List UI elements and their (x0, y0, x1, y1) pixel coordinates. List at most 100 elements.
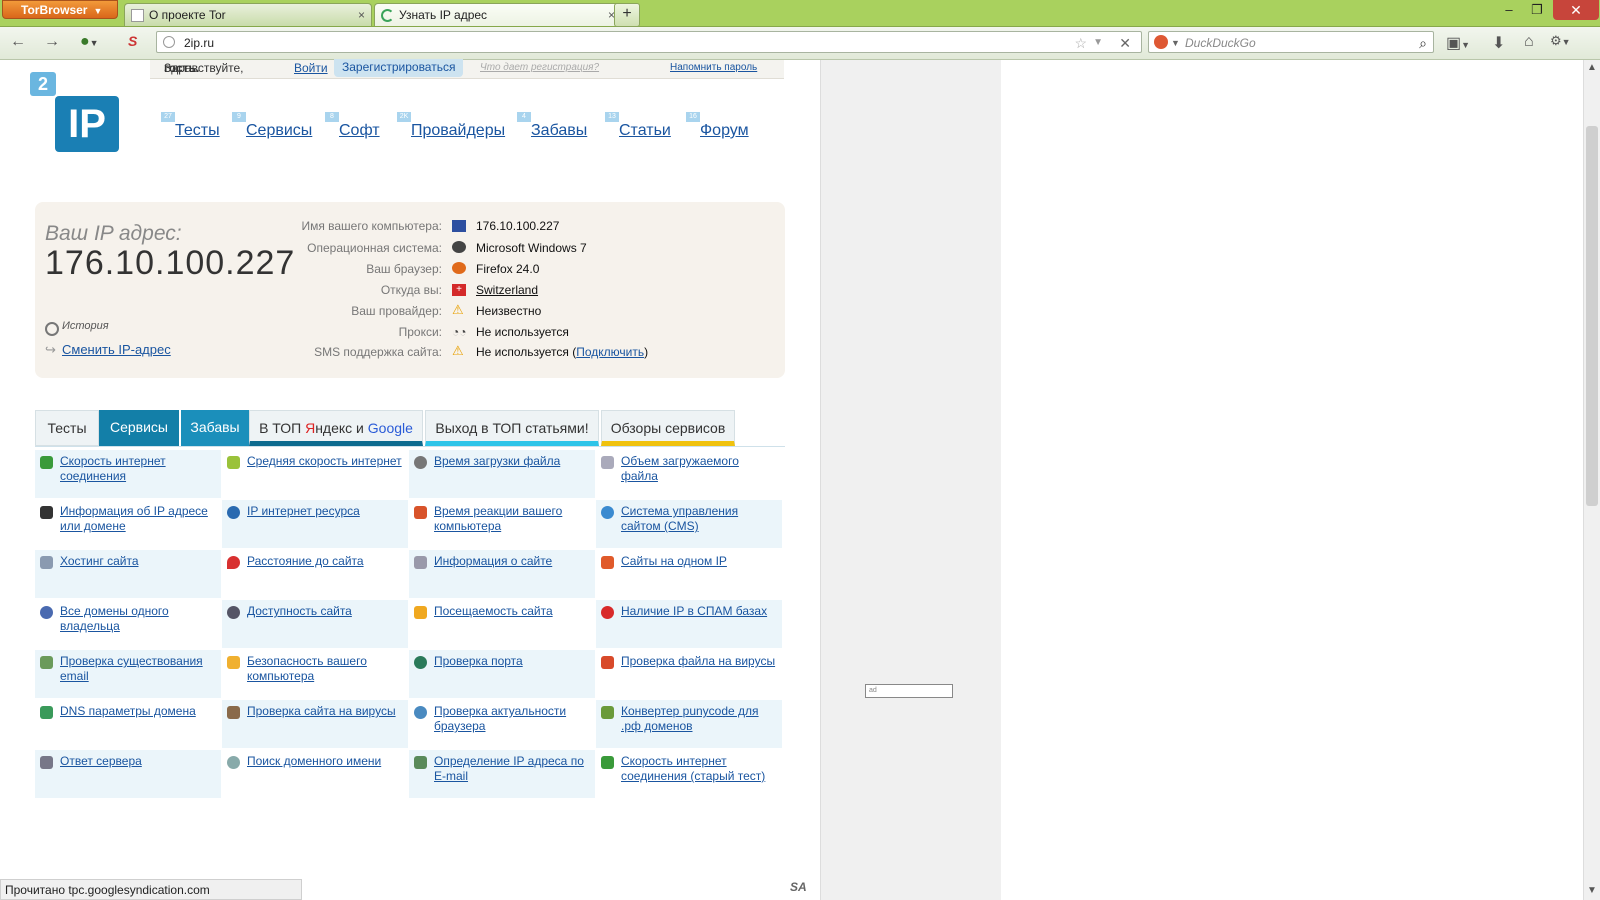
site-info-icon (414, 556, 427, 569)
service-cell: Ответ сервера (35, 750, 221, 798)
restore-icon[interactable]: ❐ (1523, 0, 1551, 20)
info-value: Firefox 24.0 (476, 262, 540, 276)
tab-services[interactable]: Сервисы (99, 410, 179, 446)
search-input[interactable]: DuckDuckGo (1185, 32, 1256, 54)
service-cell: Проверка существования email (35, 650, 221, 698)
menu-tests[interactable]: 27 Тесты (161, 112, 220, 140)
tab-fun[interactable]: Забавы (181, 410, 249, 446)
search-icon[interactable]: ⌕ (1419, 32, 1427, 54)
service-link[interactable]: Ответ сервера (60, 754, 216, 769)
service-link[interactable]: Безопасность вашего компьютера (247, 654, 403, 684)
service-link[interactable]: Расстояние до сайта (247, 554, 403, 569)
scrollbar-thumb[interactable] (1586, 126, 1598, 506)
login-link[interactable]: Войти (294, 61, 328, 75)
menu-services[interactable]: 9 Сервисы (232, 112, 312, 140)
torbrowser-menu-button[interactable]: TorBrowser ▼ (2, 0, 118, 19)
service-cell: Время реакции вашего компьютера (409, 500, 595, 548)
menu-forum[interactable]: 16 Форум (686, 112, 749, 140)
service-link[interactable]: Скорость интернет соединения (60, 454, 216, 484)
url-text[interactable]: 2ip.ru (184, 32, 214, 54)
history-link[interactable]: История (62, 320, 109, 332)
service-link[interactable]: Время реакции вашего компьютера (434, 504, 590, 534)
menu-soft[interactable]: 8 Софт (325, 112, 380, 140)
home-icon[interactable]: ⌂ (1524, 33, 1534, 51)
scroll-up-icon[interactable]: ▲ (1587, 62, 1597, 73)
service-link[interactable]: Посещаемость сайта (434, 604, 590, 619)
search-box[interactable]: ▼ DuckDuckGo ⌕ (1148, 31, 1434, 53)
close-window-icon[interactable]: ✕ (1553, 0, 1599, 20)
info-label: Имя вашего компьютера: (301, 219, 442, 233)
service-link[interactable]: Проверка актуальности браузера (434, 704, 590, 734)
service-link[interactable]: Проверка существования email (60, 654, 216, 684)
service-link[interactable]: Все домены одного владельца (60, 604, 216, 634)
sms-connect-link[interactable]: Подключить (576, 345, 644, 359)
service-link[interactable]: Скорость интернет соединения (старый тес… (621, 754, 777, 784)
tab-tests[interactable]: Тесты (35, 410, 99, 446)
remind-password-link[interactable]: Напомнить пароль (670, 62, 757, 73)
service-link[interactable]: Проверка порта (434, 654, 590, 669)
service-link[interactable]: Объем загружаемого файла (621, 454, 777, 484)
domain-search-icon (227, 756, 240, 769)
tor-onion-icon[interactable]: ●▼ (80, 33, 99, 51)
service-link[interactable]: Информация об IP адресе или домене (60, 504, 216, 534)
info-label: Ваш провайдер: (351, 304, 442, 318)
logo-ip[interactable]: IP (55, 96, 119, 152)
url-bar[interactable]: 2ip.ru ☆ ▼ ✕ (156, 31, 1142, 53)
back-icon[interactable]: ← (10, 33, 26, 51)
noscript-icon[interactable]: S (128, 33, 137, 49)
service-link[interactable]: Время загрузки файла (434, 454, 590, 469)
service-link[interactable]: Наличие IP в СПАМ базах (621, 604, 777, 619)
page-icon (131, 9, 144, 22)
scrollbar[interactable]: ▲ ▼ (1583, 60, 1600, 900)
change-ip-link[interactable]: Сменить IP-адрес (62, 342, 171, 357)
menu-fun[interactable]: 4 Забавы (517, 112, 587, 140)
service-link[interactable]: Средняя скорость интернет (247, 454, 403, 469)
service-link[interactable]: IP интернет ресурса (247, 504, 403, 519)
forward-icon[interactable]: → (44, 33, 60, 51)
new-tab-button[interactable]: + (614, 3, 640, 27)
logo-2[interactable]: 2 (30, 72, 56, 96)
menu-articles[interactable]: 13 Статьи (605, 112, 671, 140)
scroll-down-icon[interactable]: ▼ (1587, 885, 1597, 896)
bookmark-star-icon[interactable]: ☆ (1074, 32, 1087, 54)
register-link[interactable]: Зарегистрироваться (342, 60, 455, 74)
email-icon (40, 656, 53, 669)
tab-ip-address[interactable]: Узнать IP адрес × (374, 3, 622, 26)
service-link[interactable]: Система управления сайтом (CMS) (621, 504, 777, 534)
history-dropdown-icon[interactable]: ▼ (1093, 32, 1103, 54)
addon-icon[interactable]: ⚙▼ (1550, 33, 1571, 49)
service-link[interactable]: Хостинг сайта (60, 554, 216, 569)
reaction-icon (414, 506, 427, 519)
ad-placeholder: ad (865, 684, 953, 698)
tab-top-yandex-google[interactable]: В ТОП Яндекс и Google (249, 410, 423, 446)
service-link[interactable]: Доступность сайта (247, 604, 403, 619)
service-link[interactable]: Проверка сайта на вирусы (247, 704, 403, 719)
service-link[interactable]: DNS параметры домена (60, 704, 216, 719)
country-link[interactable]: Switzerland (476, 283, 538, 297)
service-cell: Время загрузки файла (409, 450, 595, 498)
bookmarks-menu-icon[interactable]: ▣▼ (1446, 33, 1470, 53)
service-link[interactable]: Сайты на одном IP (621, 554, 777, 569)
service-cell: Хостинг сайта (35, 550, 221, 598)
info-label: Откуда вы: (380, 283, 442, 297)
service-link[interactable]: Конвертер punycode для .рф доменов (621, 704, 777, 734)
service-link[interactable]: Поиск доменного имени (247, 754, 403, 769)
download-icon[interactable]: ⬇ (1492, 33, 1505, 53)
menu-providers[interactable]: 2K Провайдеры (397, 112, 505, 140)
tab-reviews[interactable]: Обзоры сервисов (601, 410, 735, 446)
tab-about-tor[interactable]: О проекте Tor × (124, 3, 372, 26)
server-icon (40, 756, 53, 769)
service-link[interactable]: Информация о сайте (434, 554, 590, 569)
service-link[interactable]: Проверка файла на вирусы (621, 654, 777, 669)
minimize-icon[interactable]: – (1495, 0, 1523, 20)
service-cell: Поиск доменного имени (222, 750, 408, 798)
why-register-link[interactable]: Что дает регистрация? (480, 62, 599, 73)
tab-close-icon[interactable]: × (358, 4, 365, 26)
stop-icon[interactable]: ✕ (1119, 32, 1131, 54)
service-cell: Безопасность вашего компьютера (222, 650, 408, 698)
ip-email-icon (414, 756, 427, 769)
service-link[interactable]: Определение IP адреса по E-mail (434, 754, 590, 784)
tab-top-articles[interactable]: Выход в ТОП статьями! (425, 410, 599, 446)
engine-dropdown-icon[interactable]: ▼ (1171, 32, 1180, 54)
footer-logo: SA (790, 880, 807, 894)
